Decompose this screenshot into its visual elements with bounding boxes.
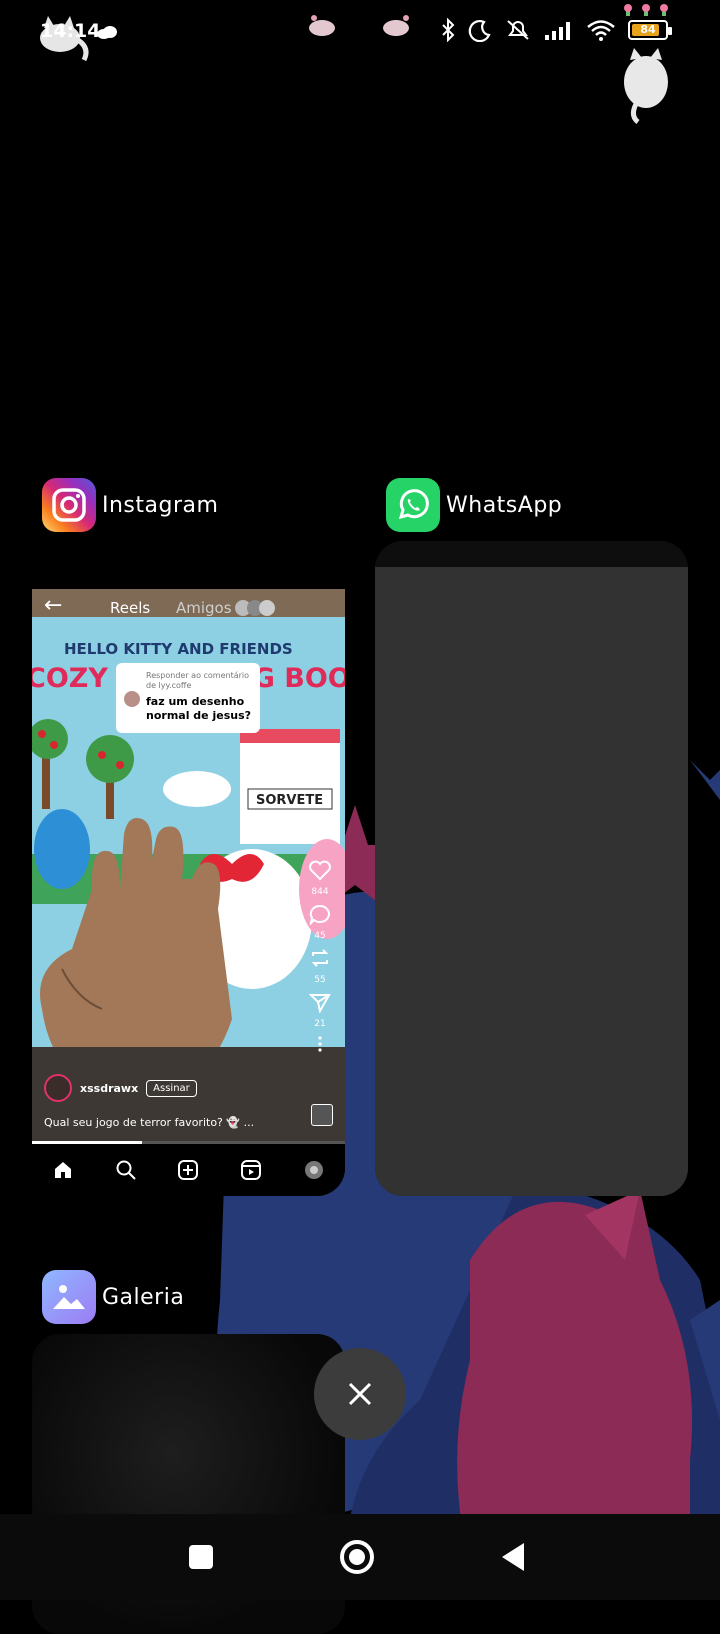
app-name-whatsapp: WhatsApp xyxy=(446,492,563,518)
back-arrow-icon[interactable]: ← xyxy=(44,593,62,618)
app-name-instagram: Instagram xyxy=(102,492,219,518)
share-icon[interactable] xyxy=(308,991,332,1013)
whatsapp-status-area xyxy=(375,541,688,567)
app-header-instagram[interactable]: Instagram xyxy=(42,478,218,532)
comments-count: 45 xyxy=(314,931,326,941)
bunny-decoration-icon xyxy=(383,15,409,36)
instagram-icon xyxy=(42,478,96,532)
clock: 14:14 xyxy=(40,20,101,42)
cloud-icon xyxy=(97,26,117,39)
close-icon xyxy=(348,1382,372,1406)
home-icon[interactable] xyxy=(52,1159,74,1181)
bluetooth-icon xyxy=(442,18,455,42)
shares-count: 21 xyxy=(314,1019,326,1029)
system-navigation-bar xyxy=(0,1514,720,1600)
more-options-icon[interactable] xyxy=(317,1035,323,1053)
reel-actions: 844 45 55 21 xyxy=(305,859,335,1053)
status-bar: 14:14 84 xyxy=(0,0,720,124)
app-header-whatsapp[interactable]: WhatsApp xyxy=(386,478,562,532)
follow-button[interactable]: Assinar xyxy=(146,1079,197,1097)
reel-author[interactable]: xssdrawx Assinar xyxy=(44,1074,197,1102)
app-name-galeria: Galeria xyxy=(102,1284,185,1310)
search-icon[interactable] xyxy=(115,1159,137,1181)
whatsapp-icon xyxy=(386,478,440,532)
heart-icon[interactable] xyxy=(308,859,332,881)
bunny-decoration-icon xyxy=(309,15,335,36)
reels-icon[interactable] xyxy=(240,1159,262,1181)
author-username[interactable]: xssdrawx xyxy=(80,1082,138,1095)
reel-caption[interactable]: Qual seu jogo de terror favorito? 👻 ... xyxy=(44,1116,254,1129)
signal-icon xyxy=(545,22,570,40)
comment-meta: Responder ao comentário de lyy.coffe xyxy=(146,671,250,690)
reposts-count: 55 xyxy=(314,975,326,985)
commenter-avatar xyxy=(124,691,140,707)
comment-text: faz um desenho normal de jesus? xyxy=(146,695,251,722)
whatsapp-recent-card[interactable] xyxy=(375,541,688,1196)
profile-avatar-icon[interactable] xyxy=(303,1159,325,1181)
circle-icon xyxy=(340,1540,374,1574)
friends-avatars xyxy=(235,600,275,616)
muted-alarm-icon xyxy=(507,20,529,40)
instagram-status-area xyxy=(32,541,345,589)
app-header-galeria[interactable]: Galeria xyxy=(42,1270,184,1324)
comment-reply-sticker: Responder ao comentário de lyy.coffe faz… xyxy=(116,663,260,733)
instagram-bottom-nav xyxy=(32,1144,345,1196)
do-not-disturb-icon xyxy=(468,20,491,42)
repost-icon[interactable] xyxy=(308,947,332,969)
hanging-cat-decoration-icon xyxy=(624,4,668,124)
create-post-icon[interactable] xyxy=(177,1159,199,1181)
gallery-icon xyxy=(42,1270,96,1324)
comment-icon[interactable] xyxy=(308,903,332,925)
audio-thumbnail[interactable] xyxy=(311,1104,333,1126)
book-title-line1: HELLO KITTY AND FRIENDS xyxy=(64,640,293,658)
instagram-recent-card[interactable]: SORVETE HELLO KITTY AND FRIENDS COZY COL… xyxy=(32,541,345,1196)
tab-amigos[interactable]: Amigos xyxy=(176,599,232,617)
back-button[interactable] xyxy=(488,1532,538,1582)
square-icon xyxy=(189,1545,213,1569)
recents-button[interactable] xyxy=(176,1532,226,1582)
author-avatar[interactable] xyxy=(44,1074,72,1102)
shop-sign: SORVETE xyxy=(256,793,323,808)
whatsapp-preview xyxy=(375,567,688,1196)
tab-reels[interactable]: Reels xyxy=(110,599,150,617)
back-triangle-icon xyxy=(502,1543,524,1571)
wifi-icon xyxy=(587,20,615,41)
clear-all-button[interactable] xyxy=(314,1348,406,1440)
likes-count: 844 xyxy=(311,887,329,897)
home-button[interactable] xyxy=(332,1532,382,1582)
